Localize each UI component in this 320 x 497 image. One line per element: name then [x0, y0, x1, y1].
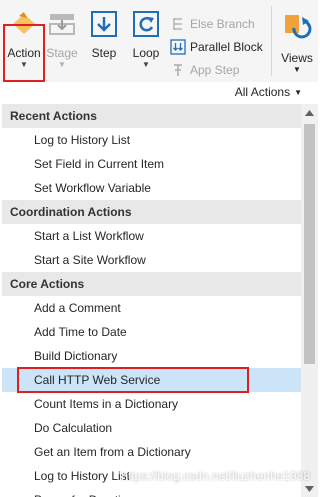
parallel-block-icon — [170, 38, 186, 55]
action-highlight-box — [3, 24, 45, 82]
chevron-down-icon: ▼ — [142, 60, 150, 69]
step-button[interactable]: Step — [88, 10, 120, 60]
filter-row: All Actions ▼ — [0, 82, 318, 102]
group-header-recent: Recent Actions — [2, 104, 301, 128]
group-header-core: Core Actions — [2, 272, 301, 296]
stage-label: Stage — [46, 46, 78, 60]
list-item[interactable]: Start a List Workflow — [2, 224, 301, 248]
app-step-label: App Step — [190, 62, 240, 77]
vertical-scrollbar[interactable] — [301, 104, 318, 497]
loop-label: Loop — [132, 46, 160, 60]
list-item[interactable]: Add a Comment — [2, 296, 301, 320]
chevron-down-icon: ▼ — [294, 87, 302, 97]
list-item[interactable]: Log to History List — [2, 128, 301, 152]
views-icon — [278, 12, 316, 45]
app-step-icon — [174, 63, 182, 76]
loop-button[interactable]: Loop ▼ — [130, 10, 162, 70]
ribbon-toolbar: Action ▼ Stage ▼ Step Loop ▼ Else Branch… — [0, 0, 318, 83]
filter-label: All Actions — [234, 85, 291, 99]
chevron-down-icon: ▼ — [293, 65, 301, 74]
list-item[interactable]: Get an Item from a Dictionary — [2, 440, 301, 464]
parallel-block-button[interactable]: Parallel Block — [170, 35, 263, 58]
list-item[interactable]: Pause for Duration — [2, 488, 301, 497]
scrollbar-thumb[interactable] — [304, 124, 315, 364]
list-item[interactable]: Count Items in a Dictionary — [2, 392, 301, 416]
app-step-button[interactable]: App Step — [170, 58, 263, 81]
actions-list: Recent Actions Log to History List Set F… — [2, 104, 301, 497]
list-item[interactable]: Build Dictionary — [2, 344, 301, 368]
parallel-block-label: Parallel Block — [190, 39, 263, 54]
list-item[interactable]: Do Calculation — [2, 416, 301, 440]
step-label: Step — [91, 46, 117, 60]
ribbon-separator — [271, 6, 272, 76]
else-branch-label: Else Branch — [190, 16, 255, 31]
group-header-coordination: Coordination Actions — [2, 200, 301, 224]
else-branch-button[interactable]: Else Branch — [170, 12, 263, 35]
chevron-down-icon: ▼ — [58, 60, 66, 69]
else-branch-icon — [173, 17, 182, 30]
stage-button[interactable]: Stage ▼ — [46, 10, 78, 70]
list-item[interactable]: Set Field in Current Item — [2, 152, 301, 176]
watermark-text: https://blog.csdn.net/liuzhenhe1988 — [121, 469, 310, 483]
list-item[interactable]: Start a Site Workflow — [2, 248, 301, 272]
scroll-up-icon[interactable] — [301, 104, 318, 121]
list-item-selected[interactable]: Call HTTP Web Service — [2, 368, 301, 392]
stage-icon — [47, 10, 77, 38]
step-icon — [89, 10, 119, 38]
views-label: Views — [281, 51, 313, 65]
list-item[interactable]: Set Workflow Variable — [2, 176, 301, 200]
views-button[interactable]: Views ▼ — [278, 12, 316, 74]
loop-icon — [131, 10, 161, 38]
list-item[interactable]: Add Time to Date — [2, 320, 301, 344]
all-actions-dropdown[interactable]: All Actions ▼ — [235, 85, 302, 99]
